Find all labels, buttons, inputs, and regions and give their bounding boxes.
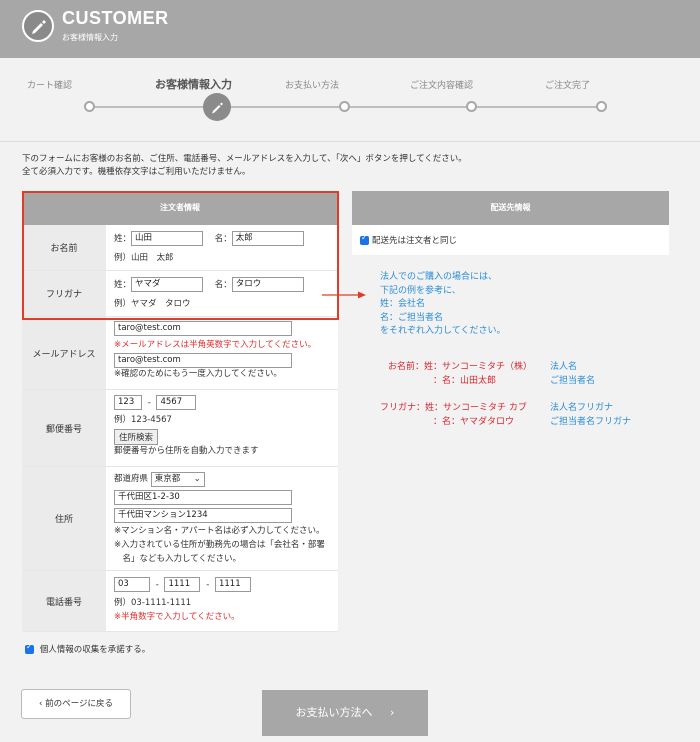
name-example-line-2: ：名：山田太郎 <box>433 376 497 386</box>
kana-example-tag-1: 法人名フリガナ <box>550 403 614 413</box>
phone-separator-2: - <box>206 580 210 590</box>
hint-line: 法人でのご購入の場合には、 <box>380 272 498 282</box>
address-search-note: 郵便番号から住所を自動入力できます <box>114 446 259 456</box>
step-payment-label: お支払い方法 <box>285 81 340 91</box>
sei-label: 姓： <box>114 234 132 244</box>
name-example-line-1: お名前：姓：サンコーミタチ（株） <box>388 362 533 372</box>
postal-row: 郵便番号 123 - 4567 例）123-4567 住所検索 郵便番号から住所… <box>22 390 338 467</box>
next-button[interactable]: お支払い方法へ › <box>262 690 428 736</box>
corporate-hint: 法人でのご購入の場合には、 下記の例を参考に、 姓：会社名 名：ご担当者名 をそ… <box>380 271 505 339</box>
shipping-panel: 配送先情報 配送先は注文者と同じ <box>352 191 669 255</box>
arrow-right-icon <box>322 291 366 299</box>
email-confirm-input[interactable]: taro@test.com <box>114 353 292 368</box>
chevron-down-icon: ⌄ <box>193 474 201 484</box>
address-search-button[interactable]: 住所検索 <box>114 429 159 445</box>
furigana-label: フリガナ <box>22 271 106 316</box>
phone-part3-input[interactable]: 1111 <box>214 577 251 592</box>
chevron-left-icon: ‹ <box>39 699 43 709</box>
step-confirm-label: ご注文内容確認 <box>410 81 474 91</box>
address-note-1: ※マンション名・アパート名は必ず入力してください。 <box>114 526 325 536</box>
header-title: CUSTOMER <box>62 8 169 28</box>
hint-line: 名：ご担当者名 <box>380 312 444 323</box>
pen-icon <box>212 102 223 114</box>
name-label: お名前 <box>22 225 106 270</box>
kana-example-tag-2: ご担当者名フリガナ <box>550 417 632 427</box>
pen-icon <box>22 10 54 42</box>
name-example: 例）山田 太郎 <box>114 253 174 263</box>
section-divider <box>0 141 700 142</box>
kana-mei-label: 名： <box>214 280 232 290</box>
name-row: お名前 姓： 山田 名： 太郎 例）山田 太郎 <box>22 225 338 271</box>
page-header: CUSTOMER お客様情報入力 <box>0 0 700 58</box>
address-line2-input[interactable]: 千代田マンション1234 <box>114 508 292 523</box>
last-name-kana-input[interactable]: ヤマダ <box>131 277 204 292</box>
prefecture-value: 東京都 <box>154 474 181 484</box>
step-payment-dot <box>339 101 350 112</box>
consent-row[interactable]: 個人情報の収集を承諾する。 <box>25 642 151 655</box>
phone-example: 例）03-1111-1111 <box>114 598 192 608</box>
orderer-heading: 注文者情報 <box>22 191 338 225</box>
postal-label: 郵便番号 <box>22 390 106 466</box>
back-button-label: 前のページに戻る <box>45 699 113 709</box>
phone-warning: ※半角数字で入力してください。 <box>114 612 240 622</box>
intro-line-1: 下のフォームにお客様のお名前、ご住所、電話番号、メールアドレスを入力して、「次へ… <box>22 154 467 164</box>
first-name-input[interactable]: 太郎 <box>231 231 304 246</box>
step-confirm-dot <box>466 101 477 112</box>
step-cart-dot <box>84 101 95 112</box>
intro-text: 下のフォームにお客様のお名前、ご住所、電話番号、メールアドレスを入力して、「次へ… <box>22 153 467 179</box>
chevron-right-icon: › <box>390 706 395 719</box>
same-as-orderer-label: 配送先は注文者と同じ <box>372 236 458 246</box>
shipping-heading: 配送先情報 <box>352 191 669 225</box>
same-as-orderer-row[interactable]: 配送先は注文者と同じ <box>352 225 669 255</box>
back-button[interactable]: ‹ 前のページに戻る <box>21 689 131 719</box>
step-complete-label: ご注文完了 <box>545 81 591 91</box>
address-row: 住所 都道府県 東京都 ⌄ 千代田区1-2-30 千代田マンション1234 ※マン… <box>22 467 338 571</box>
hint-line: をそれぞれ入力してください。 <box>380 326 506 336</box>
intro-line-2: 全て必須入力です。機種依存文字はご利用いただけません。 <box>22 167 251 177</box>
mei-label: 名： <box>214 234 232 244</box>
last-name-input[interactable]: 山田 <box>131 231 204 246</box>
hint-line: 下記の例を参考に、 <box>380 285 461 296</box>
step-customer-active <box>203 93 231 121</box>
hint-line: 姓：会社名 <box>380 299 426 309</box>
address-label: 住所 <box>22 467 106 570</box>
orderer-form: 注文者情報 お名前 姓： 山田 名： 太郎 例）山田 太郎 フリガナ 姓： ヤマダ 名… <box>22 191 338 632</box>
address-note-3: 名」なども入力してください。 <box>114 554 242 564</box>
phone-separator-1: - <box>155 580 159 590</box>
next-button-label: お支払い方法へ <box>295 706 373 719</box>
kana-sei-label: 姓： <box>114 280 132 290</box>
furigana-row: フリガナ 姓： ヤマダ 名： タロウ 例）ヤマダ タロウ <box>22 271 338 317</box>
email-confirm-note: ※確認のためにもう一度入力してください。 <box>114 369 282 379</box>
phone-part2-input[interactable]: 1111 <box>164 577 201 592</box>
kana-example-line-2: ：名：ヤマダタロウ <box>433 417 515 427</box>
address-line1-input[interactable]: 千代田区1-2-30 <box>114 490 292 505</box>
postal-code-2-input[interactable]: 4567 <box>156 395 197 410</box>
first-name-kana-input[interactable]: タロウ <box>231 277 304 292</box>
furigana-example: 例）ヤマダ タロウ <box>114 299 191 309</box>
address-note-2: ※入力されている住所が勤務先の場合は「会社名・部署 <box>114 540 325 550</box>
phone-label: 電話番号 <box>22 571 106 631</box>
email-warning: ※メールアドレスは半角英数字で入力してください。 <box>114 340 317 350</box>
header-subtitle: お客様情報入力 <box>62 33 118 42</box>
postal-code-1-input[interactable]: 123 <box>114 395 142 410</box>
postal-example: 例）123-4567 <box>114 415 172 425</box>
kana-example-line-1: フリガナ：姓：サンコーミタチ カブ <box>380 403 527 413</box>
prefecture-label: 都道府県 <box>114 474 149 484</box>
phone-row: 電話番号 03 - 1111 - 1111 例）03-1111-1111 ※半角… <box>22 571 338 632</box>
same-as-orderer-checkbox[interactable] <box>360 233 369 245</box>
email-row: メールアドレス taro@test.com ※メールアドレスは半角英数字で入力し… <box>22 317 338 390</box>
phone-part1-input[interactable]: 03 <box>114 577 150 592</box>
prefecture-select[interactable]: 東京都 ⌄ <box>150 472 205 487</box>
name-example-tag-1: 法人名 <box>550 362 578 372</box>
step-customer-label: お客様情報入力 <box>155 78 232 91</box>
consent-checkbox[interactable] <box>25 642 34 654</box>
email-input[interactable]: taro@test.com <box>114 321 292 336</box>
step-complete-dot <box>596 101 607 112</box>
step-cart-label: カート確認 <box>27 81 73 91</box>
email-label: メールアドレス <box>22 317 106 389</box>
consent-label: 個人情報の収集を承諾する。 <box>39 645 151 655</box>
postal-separator: - <box>147 398 151 408</box>
name-example-tag-2: ご担当者名 <box>550 376 596 386</box>
